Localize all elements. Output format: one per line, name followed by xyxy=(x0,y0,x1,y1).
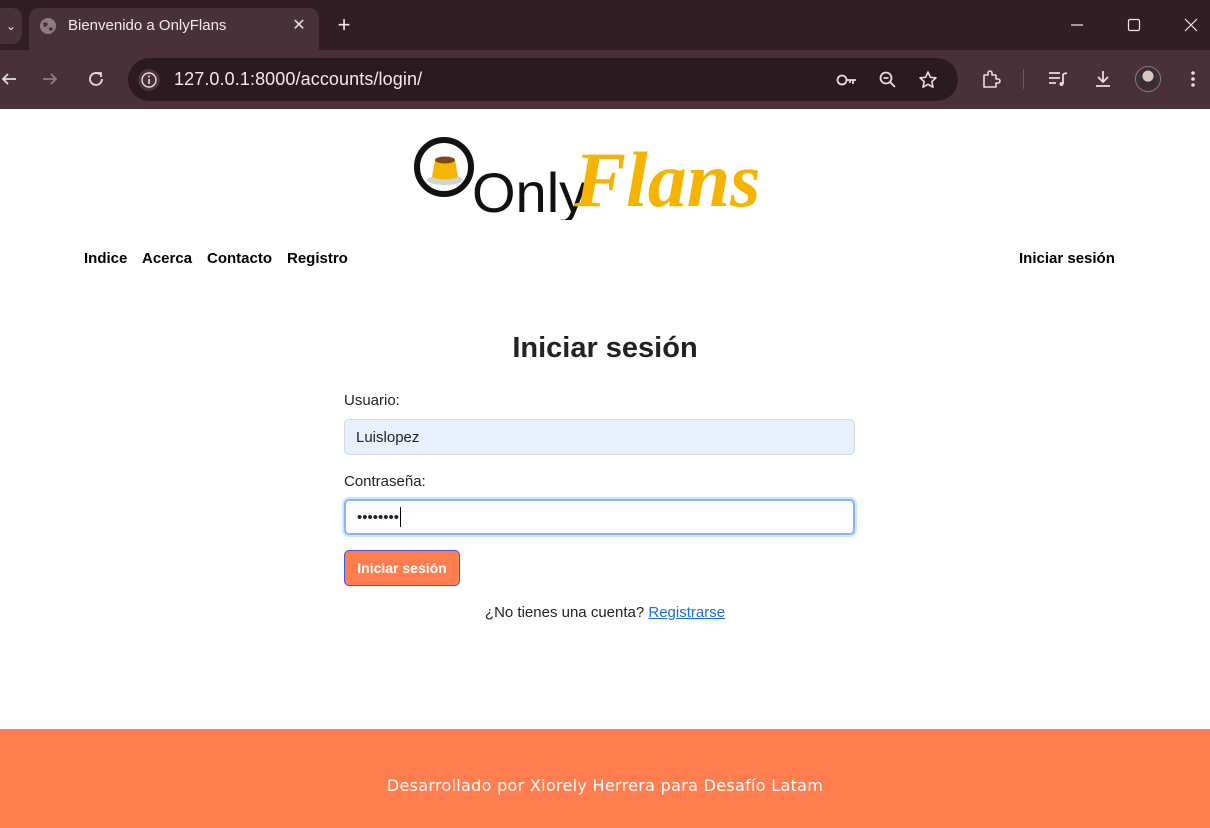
extensions-icon[interactable] xyxy=(978,66,1004,92)
maximize-icon[interactable] xyxy=(1119,10,1149,40)
url-text: 127.0.0.1:8000/accounts/login/ xyxy=(174,69,423,89)
signup-prompt: ¿No tienes una cuenta? xyxy=(484,604,645,621)
tab-list-icon[interactable]: ⌄ xyxy=(0,8,22,44)
reload-icon[interactable] xyxy=(81,64,111,94)
password-value: •••••••• xyxy=(357,508,400,526)
page-title: Iniciar sesión xyxy=(512,332,698,364)
more-icon[interactable] xyxy=(1180,66,1206,92)
username-value: Luislopez xyxy=(356,428,420,446)
download-icon[interactable] xyxy=(1090,66,1116,92)
star-icon[interactable] xyxy=(916,68,940,92)
nav-acerca[interactable]: Acerca xyxy=(142,250,192,267)
username-label: Usuario: xyxy=(344,392,400,409)
text-caret xyxy=(400,507,402,527)
nav-contacto[interactable]: Contacto xyxy=(207,250,272,267)
browser-tab[interactable]: Bienvenido a OnlyFlans ✕ xyxy=(29,8,319,50)
nav-indice[interactable]: Indice xyxy=(84,250,127,267)
signup-link[interactable]: Registrarse xyxy=(648,604,725,621)
password-label: Contraseña: xyxy=(344,473,426,490)
close-icon[interactable]: ✕ xyxy=(287,13,311,37)
username-field[interactable]: Luislopez xyxy=(344,419,855,455)
toolbar-separator xyxy=(1023,69,1024,89)
plus-icon[interactable]: + xyxy=(331,12,357,38)
nav-iniciar-sesion[interactable]: Iniciar sesión xyxy=(1019,250,1115,267)
onlyflans-logo[interactable]: Only Flans xyxy=(414,124,778,220)
tab-title: Bienvenido a OnlyFlans xyxy=(68,17,227,34)
logo-text-only: Only xyxy=(472,161,587,220)
zoom-icon[interactable] xyxy=(876,68,900,92)
forward-icon xyxy=(35,64,65,94)
logo-text-flans: Flans xyxy=(573,136,760,220)
key-icon[interactable] xyxy=(835,68,859,92)
globe-icon xyxy=(40,18,56,34)
signup-prompt-line: ¿No tienes una cuenta? Registrarse xyxy=(0,604,1210,621)
address-bar[interactable]: 127.0.0.1:8000/accounts/login/ xyxy=(128,58,958,101)
profile-avatar[interactable] xyxy=(1135,66,1161,92)
login-button[interactable]: Iniciar sesión xyxy=(344,550,460,586)
nav-registro[interactable]: Registro xyxy=(287,250,348,267)
info-icon[interactable] xyxy=(138,69,160,91)
window-close-icon[interactable] xyxy=(1176,10,1206,40)
footer-text: Desarrollado por Xiorely Herrera para De… xyxy=(386,776,824,795)
minimize-icon[interactable] xyxy=(1062,10,1092,40)
back-icon[interactable] xyxy=(0,64,24,94)
media-icon[interactable] xyxy=(1045,66,1071,92)
password-field[interactable]: •••••••• xyxy=(344,499,855,535)
